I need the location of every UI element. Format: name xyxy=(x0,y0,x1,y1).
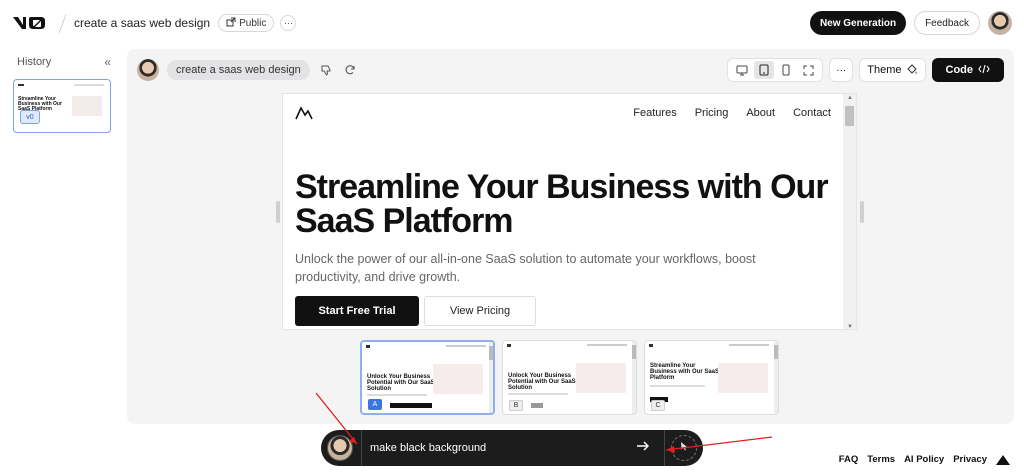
preview-frame[interactable]: Features Pricing About Contact Streamlin… xyxy=(282,93,857,330)
footer-terms-link[interactable]: Terms xyxy=(867,454,895,465)
element-picker-button[interactable] xyxy=(671,435,697,461)
chat-divider xyxy=(664,430,665,466)
variant-list: Unlock Your Business Potential with Our … xyxy=(360,340,779,415)
variant-title: Streamline Your Business with Our SaaS P… xyxy=(650,363,720,381)
theme-button[interactable]: Theme xyxy=(859,58,926,82)
preview-start-trial-button[interactable]: Start Free Trial xyxy=(295,296,419,326)
thumbs-down-icon[interactable] xyxy=(318,62,334,78)
preview-navbar: Features Pricing About Contact xyxy=(283,94,843,132)
preview-nav-contact[interactable]: Contact xyxy=(793,107,831,119)
paint-bucket-icon xyxy=(906,63,918,78)
arrow-right-icon xyxy=(636,439,650,457)
visibility-button[interactable]: Public xyxy=(218,14,275,32)
new-generation-button[interactable]: New Generation xyxy=(809,11,907,35)
code-label: Code xyxy=(945,64,974,76)
preview-nav-pricing[interactable]: Pricing xyxy=(695,107,729,119)
desktop-view-icon[interactable] xyxy=(732,61,752,79)
variant-title: Unlock Your Business Potential with Our … xyxy=(508,373,576,391)
preview-scrollbar[interactable]: ▲ ▼ xyxy=(843,94,856,329)
preview-nav-features[interactable]: Features xyxy=(633,107,676,119)
external-link-icon xyxy=(226,17,236,30)
footer-privacy-link[interactable]: Privacy xyxy=(953,454,987,465)
history-title: History xyxy=(17,56,52,68)
left-resize-handle[interactable] xyxy=(276,201,280,223)
prompt-text: create a saas web design xyxy=(167,60,310,80)
collapse-sidebar-icon[interactable]: « xyxy=(104,55,111,69)
preview-view-pricing-button[interactable]: View Pricing xyxy=(424,296,536,326)
footer-ai-policy-link[interactable]: AI Policy xyxy=(904,454,944,465)
variant-card-c[interactable]: Streamline Your Business with Our SaaS P… xyxy=(644,340,779,415)
variant-card-a[interactable]: Unlock Your Business Potential with Our … xyxy=(360,340,495,415)
code-icon xyxy=(978,64,990,77)
footer-links: FAQ Terms AI Policy Privacy xyxy=(839,454,1010,465)
regenerate-icon[interactable] xyxy=(342,62,358,78)
scroll-down-icon[interactable]: ▼ xyxy=(847,324,853,329)
top-bar: create a saas web design Public ··· New … xyxy=(0,0,1024,46)
feedback-button[interactable]: Feedback xyxy=(914,11,980,35)
variant-badge: A xyxy=(368,399,382,410)
project-more-button[interactable]: ··· xyxy=(280,15,297,31)
breadcrumb-separator xyxy=(58,14,68,32)
preview-nav-about[interactable]: About xyxy=(746,107,775,119)
prompt-avatar xyxy=(137,59,159,81)
toolbar-more-button[interactable]: ··· xyxy=(829,58,854,82)
project-title[interactable]: create a saas web design xyxy=(74,16,210,30)
fullscreen-icon[interactable] xyxy=(798,61,818,79)
v0-logo[interactable] xyxy=(12,14,48,32)
chat-avatar xyxy=(327,435,353,461)
user-avatar[interactable] xyxy=(988,11,1012,35)
history-sidebar: History « Streamline Your Business with … xyxy=(13,49,115,424)
code-button[interactable]: Code xyxy=(931,58,1004,82)
chat-bar xyxy=(321,430,703,466)
visibility-label: Public xyxy=(239,17,267,29)
variant-badge: C xyxy=(651,400,665,411)
vercel-triangle-icon[interactable] xyxy=(996,454,1010,465)
main-panel: create a saas web design ··· Theme Code … xyxy=(127,49,1014,424)
mountain-logo-icon xyxy=(295,106,313,120)
preview-hero-subtitle: Unlock the power of our all-in-one SaaS … xyxy=(295,252,756,284)
cursor-icon xyxy=(678,439,690,457)
scroll-up-icon[interactable]: ▲ xyxy=(847,95,853,101)
scroll-thumb[interactable] xyxy=(845,106,854,126)
send-button[interactable] xyxy=(628,433,658,463)
footer-faq-link[interactable]: FAQ xyxy=(839,454,859,465)
device-switcher xyxy=(727,58,824,82)
preview-hero-title: Streamline Your Business with Our SaaS P… xyxy=(295,168,829,240)
variant-badge: B xyxy=(509,400,523,411)
variant-card-b[interactable]: Unlock Your Business Potential with Our … xyxy=(502,340,637,415)
history-item[interactable]: Streamline Your Business with Our SaaS P… xyxy=(13,79,111,133)
mobile-view-icon[interactable] xyxy=(776,61,796,79)
version-badge: v0 xyxy=(20,110,40,124)
tablet-view-icon[interactable] xyxy=(754,61,775,79)
variant-title: Unlock Your Business Potential with Our … xyxy=(367,374,435,392)
theme-label: Theme xyxy=(867,64,902,76)
chat-input[interactable] xyxy=(362,442,628,454)
right-resize-handle[interactable] xyxy=(860,201,864,223)
